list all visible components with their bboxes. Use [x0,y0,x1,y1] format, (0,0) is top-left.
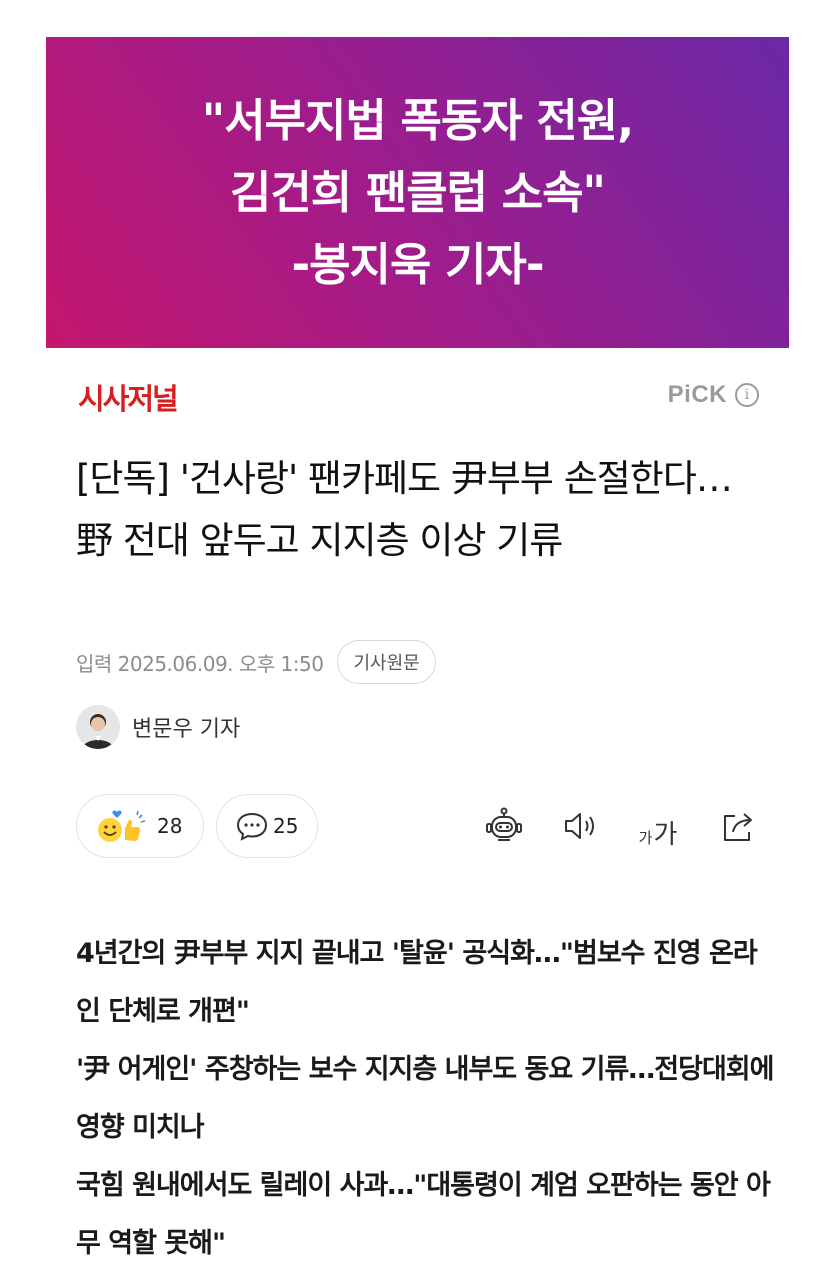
font-size-button[interactable]: 가 가 [635,804,681,848]
original-article-button[interactable]: 기사원문 [337,640,436,684]
banner-line: -봉지욱 기자- [291,237,544,291]
reporter-byline[interactable]: 변문우 기자 [76,705,240,749]
font-size-large-glyph: 가 [653,820,678,850]
reporter-avatar[interactable] [76,705,120,749]
share-button[interactable] [716,804,760,848]
person-icon [76,705,120,749]
summary-item: '尹 어게인' 주창하는 보수 지지층 내부도 동요 기류…전당대회에 영향 미… [76,1054,775,1143]
info-icon[interactable]: i [735,383,759,407]
banner-line: "서부지법 폭동자 전원, [201,93,634,147]
pick-badge[interactable]: PiCK i [668,381,759,409]
publish-date: 입력 2025.06.09. 오후 1:50 [76,651,324,676]
pick-label: PiCK [667,381,727,408]
comment-bubble-icon [236,812,268,841]
banner-line: 김건희 팬클럽 소속" [230,165,606,219]
reaction-button[interactable]: 28 [76,794,204,858]
robot-summary-icon [486,807,522,841]
reporter-name: 변문우 기자 [132,717,241,742]
share-icon [724,813,752,841]
speaker-icon [565,813,594,839]
comment-count: 25 [273,814,299,838]
font-size-small-glyph: 가 [638,829,653,847]
article-summary: 4년간의 尹부부 지지 끝내고 '탈윤' 공식화…"범보수 진영 온라인 단체로… [76,925,776,1273]
reaction-count: 28 [157,814,183,838]
reaction-emoji-icon [98,810,146,842]
comment-button[interactable]: 25 [216,794,318,858]
article-meta: 입력 2025.06.09. 오후 1:50 기사원문 [76,640,436,684]
headline-banner-image: "서부지법 폭동자 전원, 김건희 팬클럽 소속" -봉지욱 기자- [46,37,789,348]
text-to-speech-button[interactable] [558,804,602,848]
publisher-logo[interactable]: 시사저널 [78,376,179,418]
summary-bot-button[interactable] [482,804,526,848]
summary-item: 4년간의 尹부부 지지 끝내고 '탈윤' 공식화…"범보수 진영 온라인 단체로… [76,938,758,1027]
summary-item: 국힘 원내에서도 릴레이 사과…"대통령이 계엄 오판하는 동안 아무 역할 못… [76,1170,771,1259]
article-headline: [단독] '건사랑' 팬카페도 尹부부 손절한다…野 전대 앞두고 지지층 이상… [76,457,733,562]
